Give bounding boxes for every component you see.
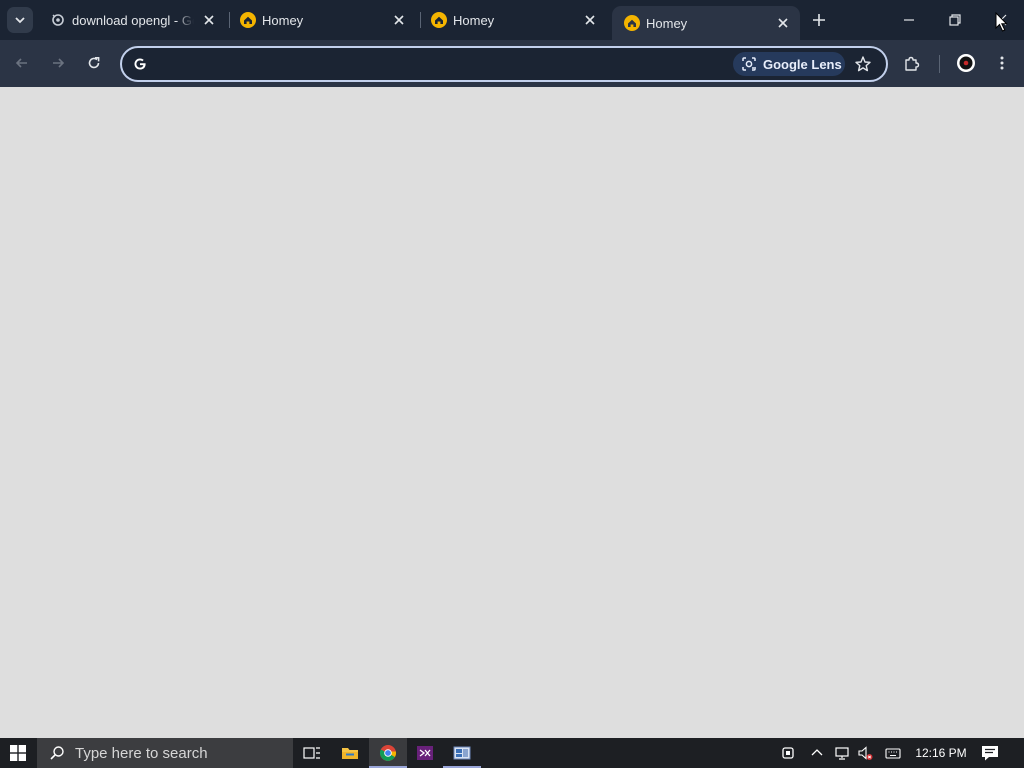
homey-icon (624, 15, 640, 31)
arrow-right-icon (53, 58, 65, 68)
tab-title: Homey (453, 12, 495, 28)
reload-button[interactable] (83, 52, 105, 74)
tab-strip: download opengl - Go Homey Homey Homey (0, 0, 1024, 40)
task-view-button[interactable] (293, 738, 331, 768)
address-bar[interactable]: Google Lens (120, 46, 888, 82)
bookmark-star-icon[interactable] (853, 54, 873, 74)
forward-button[interactable] (47, 52, 69, 74)
network-icon[interactable] (834, 745, 850, 761)
tab-title: Homey (262, 12, 304, 28)
page-content (0, 87, 1024, 738)
mouse-cursor-icon (995, 12, 1008, 32)
action-center-icon[interactable] (980, 744, 1000, 762)
arrow-left-icon (15, 58, 27, 68)
chrome-search-icon (52, 14, 64, 26)
google-lens-button[interactable]: Google Lens (733, 52, 845, 76)
system-clock[interactable]: 12:16 PM (908, 738, 974, 768)
visual-studio-button[interactable] (406, 738, 444, 768)
close-icon[interactable] (202, 13, 216, 27)
toolbar-divider (939, 55, 940, 73)
windows-logo-icon (10, 745, 26, 761)
search-icon (50, 746, 64, 760)
keyboard-icon[interactable] (885, 745, 901, 761)
close-icon[interactable] (776, 16, 790, 30)
windows-taskbar: Type here to search 12:16 PM (0, 738, 1024, 768)
reload-icon (88, 57, 100, 69)
chrome-taskbar-button[interactable] (369, 738, 407, 768)
task-view-icon (303, 747, 320, 759)
minimize-icon[interactable] (899, 10, 919, 30)
google-g-icon (134, 58, 146, 70)
app-taskbar-button[interactable] (443, 738, 481, 768)
app-icon (453, 746, 471, 760)
profile-button[interactable] (955, 52, 977, 74)
google-lens-label: Google Lens (763, 56, 842, 72)
homey-icon (431, 12, 447, 28)
visual-studio-icon (417, 746, 433, 760)
restore-icon[interactable] (945, 10, 965, 30)
google-lens-icon (742, 57, 756, 71)
close-icon[interactable] (392, 13, 406, 27)
notification-app-icon[interactable] (780, 745, 796, 761)
tab-download-opengl[interactable]: download opengl - Go (38, 0, 226, 40)
new-tab-plus-icon[interactable] (809, 10, 829, 30)
menu-button[interactable] (991, 52, 1013, 74)
tab-homey[interactable]: Homey (228, 0, 416, 40)
file-explorer-button[interactable] (331, 738, 369, 768)
tab-title: download opengl - Go (72, 12, 194, 28)
chevron-up-icon[interactable] (809, 745, 825, 761)
start-button[interactable] (0, 738, 36, 768)
more-vertical-icon (1000, 56, 1004, 70)
close-icon[interactable] (583, 13, 597, 27)
avatar (957, 54, 975, 72)
puzzle-icon (905, 56, 920, 71)
homey-icon (240, 12, 256, 28)
tab-search-button[interactable] (7, 7, 33, 33)
browser-toolbar: Google Lens (0, 40, 1024, 87)
back-button[interactable] (11, 52, 33, 74)
extensions-button[interactable] (901, 52, 923, 74)
address-input[interactable] (158, 52, 722, 78)
tab-homey-active[interactable]: Homey (612, 6, 800, 40)
file-explorer-icon (342, 748, 358, 759)
chevron-down-icon (15, 17, 25, 24)
search-placeholder: Type here to search (75, 744, 208, 762)
volume-muted-icon[interactable] (857, 745, 873, 761)
tab-homey[interactable]: Homey (419, 0, 607, 40)
chrome-icon (380, 745, 397, 761)
tab-title: Homey (646, 15, 688, 31)
taskbar-search-box[interactable]: Type here to search (37, 738, 293, 768)
